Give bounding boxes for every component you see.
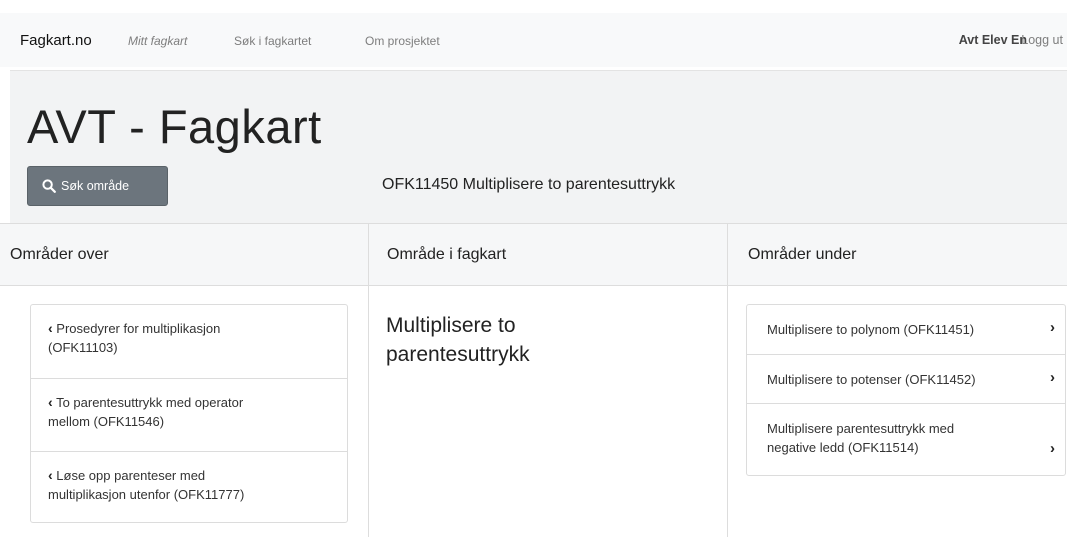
area-under-code: negative ledd (OFK11514) <box>767 440 919 455</box>
chevron-right-icon: › <box>1050 369 1055 386</box>
area-under-item[interactable]: Multiplisere parentesuttrykk med negativ… <box>747 403 1065 476</box>
user-name[interactable]: Avt Elev En <box>959 33 1027 47</box>
current-area-title-line1: Multiplisere to <box>386 314 516 337</box>
column-divider <box>368 286 369 537</box>
column-header-current: Område i fagkart <box>368 223 727 286</box>
column-header-over: Områder over <box>0 223 368 286</box>
page-title: AVT - Fagkart <box>27 100 322 153</box>
current-area-title: Multiplisere to parentesuttrykk <box>386 311 706 369</box>
search-icon <box>42 179 56 193</box>
area-over-label: Prosedyrer for multiplikasjon <box>56 321 221 336</box>
top-navbar: Fagkart.no Mitt fagkart Søk i fagkartet … <box>0 13 1067 67</box>
area-over-item[interactable]: ‹ To parentesuttrykk med operator mellom… <box>31 378 347 451</box>
brand-link[interactable]: Fagkart.no <box>20 32 92 49</box>
nav-link-sok-i-fagkartet[interactable]: Søk i fagkartet <box>234 34 311 48</box>
logout-link[interactable]: Logg ut <box>1021 33 1063 47</box>
column-divider <box>727 286 728 537</box>
area-over-item[interactable]: ‹ Løse opp parenteser med multiplikasjon… <box>31 451 347 524</box>
chevron-right-icon: › <box>1050 440 1055 457</box>
area-over-item[interactable]: ‹ Prosedyrer for multiplikasjon (OFK1110… <box>31 305 347 378</box>
current-area-code: OFK11450 Multiplisere to parentesuttrykk <box>382 176 676 193</box>
nav-link-mitt-fagkart[interactable]: Mitt fagkart <box>128 34 187 48</box>
current-area-title-line2: parentesuttrykk <box>386 343 530 366</box>
area-under-label: Multiplisere parentesuttrykk med <box>767 421 955 436</box>
column-header-under: Områder under <box>727 223 1067 286</box>
header-card: AVT - Fagkart Søk område OFK11450 Multip… <box>10 70 1067 223</box>
area-under-item[interactable]: Multiplisere to potenser (OFK11452) › <box>747 354 1065 403</box>
chevron-left-icon: ‹ <box>48 394 53 410</box>
chevron-left-icon: ‹ <box>48 320 53 336</box>
area-over-label: To parentesuttrykk med operator <box>56 395 244 410</box>
areas-over-list: ‹ Prosedyrer for multiplikasjon (OFK1110… <box>30 304 348 523</box>
chevron-right-icon: › <box>1050 319 1055 336</box>
nav-link-om-prosjektet[interactable]: Om prosjektet <box>365 34 440 48</box>
area-under-label: Multiplisere to potenser (OFK11452) <box>767 372 976 387</box>
area-over-code: (OFK11103) <box>48 340 118 355</box>
area-under-item[interactable]: Multiplisere to polynom (OFK11451) › <box>747 305 1065 354</box>
area-over-code: multiplikasjon utenfor (OFK11777) <box>48 487 245 502</box>
areas-under-list: Multiplisere to polynom (OFK11451) › Mul… <box>746 304 1066 476</box>
area-over-label: Løse opp parenteser med <box>56 468 206 483</box>
area-under-label: Multiplisere to polynom (OFK11451) <box>767 322 975 337</box>
search-area-button[interactable]: Søk område <box>27 166 168 206</box>
area-over-code: mellom (OFK11546) <box>48 414 165 429</box>
chevron-left-icon: ‹ <box>48 467 53 483</box>
search-area-label: Søk område <box>61 179 130 193</box>
